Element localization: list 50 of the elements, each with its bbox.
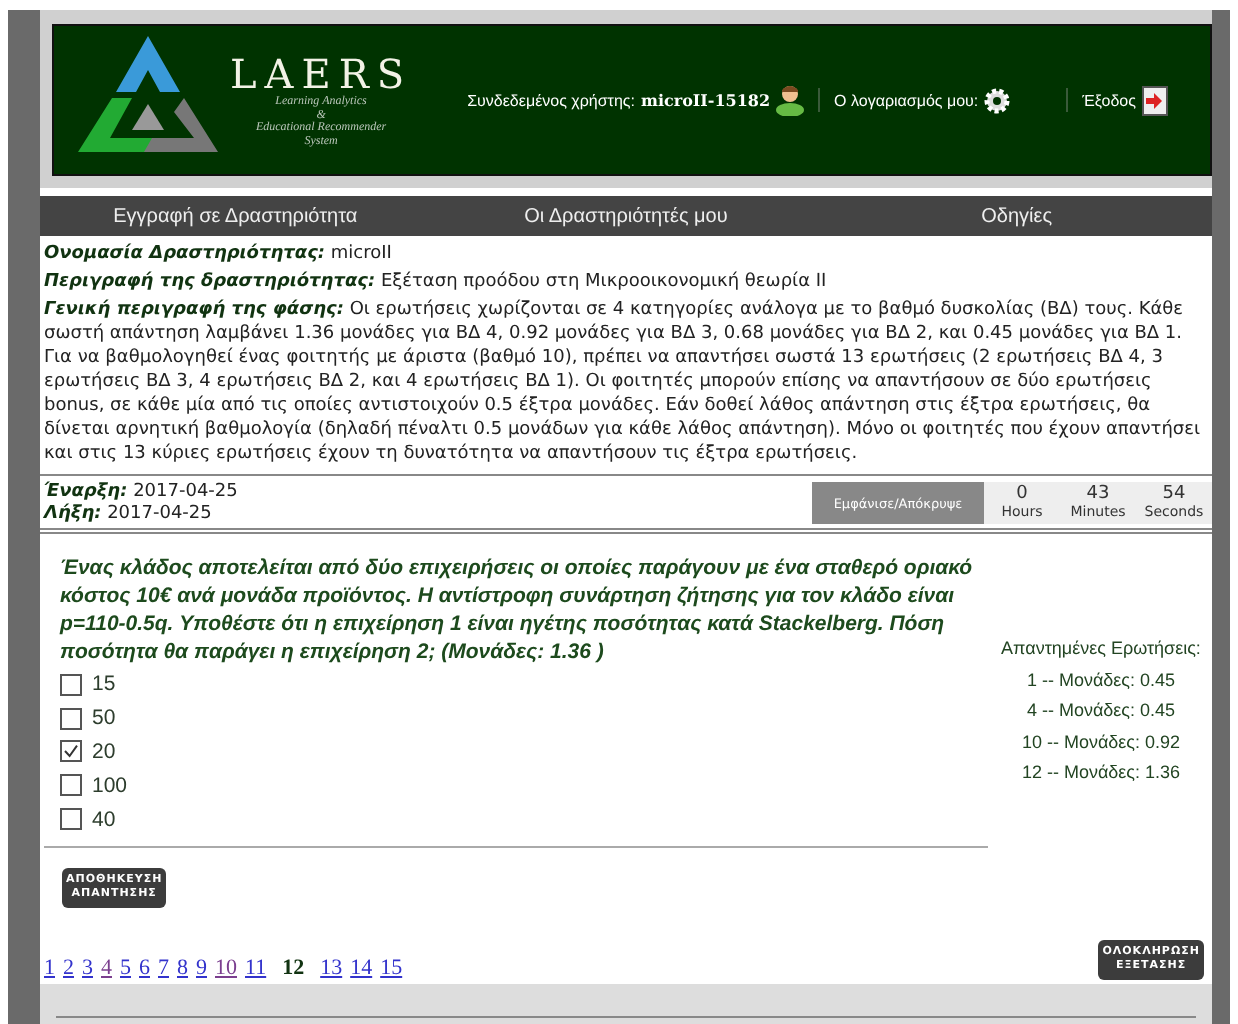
page-link[interactable]: 6	[139, 955, 150, 980]
page-link[interactable]: 15	[380, 955, 403, 980]
checkbox[interactable]	[60, 740, 82, 763]
option-label: 100	[92, 773, 128, 798]
info-text: Ονομασία Δραστηριότητας: microII	[44, 242, 394, 266]
nav-link[interactable]: Οδηγίες	[821, 205, 1212, 227]
checkbox[interactable]	[60, 774, 82, 797]
user-name: microII-15182	[640, 90, 771, 110]
logout-link[interactable]: Έξοδος	[1082, 91, 1136, 109]
page-link[interactable]: 3	[82, 955, 93, 980]
logo-title: LAERS	[230, 52, 413, 96]
timer-value: 0	[1016, 485, 1028, 503]
page-link[interactable]: 4	[101, 955, 112, 980]
option-label: 40	[92, 807, 116, 832]
logout-icon[interactable]	[1142, 85, 1168, 115]
date-text: Έναρξη: 2017-04-25	[44, 482, 238, 502]
checkbox[interactable]	[60, 808, 82, 831]
page-link[interactable]: 10	[215, 955, 237, 980]
timer-value: 43	[1086, 485, 1110, 503]
page-link[interactable]: 7	[158, 955, 169, 980]
date-text: Λήξη: 2017-04-25	[44, 504, 214, 524]
page-link[interactable]: 11	[245, 955, 267, 980]
info-text: Περιγραφή της δραστηριότητας: Εξέταση προόδου στη Μικροοικονομική θεωρία ΙΙ	[44, 270, 829, 294]
answered-item: 1 -- Μονάδες: 0.45	[1026, 667, 1176, 693]
page-link[interactable]: 1	[44, 955, 55, 980]
settings-icon[interactable]	[984, 87, 1011, 113]
page-link[interactable]: 14	[350, 955, 373, 980]
page-link[interactable]: 5	[120, 955, 131, 980]
user-label: Συνδεδεμένος χρήστης:	[467, 91, 635, 109]
checkbox[interactable]	[60, 673, 82, 696]
nav-link[interactable]: Οι Δραστηριότητές μου	[430, 205, 822, 227]
answered-title: Απαντημένες Ερωτήσεις:	[1001, 636, 1201, 662]
timer-value: 54	[1162, 485, 1186, 503]
checkbox[interactable]	[60, 707, 82, 730]
page-link[interactable]: 9	[196, 955, 207, 980]
info-text: Γενική περιγραφή της φάσης: Οι ερωτήσεις χωρίζονται σε 4 κατηγορίες ανάλογα με το βαθμό δυσκολίας (ΒΔ) τους. Κάθε σωστή απάντηση λαμβάνει 1.36 μονάδες για ΒΔ 4, 0.92 μονάδες για ΒΔ 3, 0.68 μονάδες για ΒΔ 2, και 0.45 μονάδες για ΒΔ 1. Για να βαθμολογηθεί ένας φοιτητής με άριστα (βαθμό 10), πρέπει να απαντήσει σωστά 13 ερωτήσεις (2 ερωτήσεις ΒΔ 4, 3 ερωτήσεις ΒΔ 3, 4 ερωτήσεις ΒΔ 2, και 4 ερωτήσεις ΒΔ 1). Οι φοιτητές μπορούν επίσης να απαντήσουν σε δύο ερωτήσεις bonus, σε κάθε μία από τις οποίες αντιστοιχούν 0.5 έξτρα μονάδες. Εάν δοθεί λάθος απάντηση στις έξτρα ερωτήσεις, θα δίνεται αρνητική βαθμολογία (δηλαδή πέναλτι 0.5 μονάδων για κάθε λάθος απάντηση). Μόνο οι φοιτητές που έχουν απαντήσει και στις 13 κύριες ερωτήσεις έχουν τη δυνατότητα να απαντήσουν τις έξτρα ερωτήσεις.	[44, 298, 1203, 466]
option-label: 15	[92, 672, 116, 697]
page-link[interactable]: 13	[320, 955, 343, 980]
account-link[interactable]: Ο λογαριασμός μου:	[834, 91, 979, 109]
option-label: 20	[92, 739, 116, 764]
option-label: 50	[92, 706, 116, 731]
question-text: Ένας κλάδος αποτελείται από δύο επιχειρήσεις οι οποίες παράγουν με ένα σταθερό οριακό κόστος 10€ ανά μονάδα προϊόντος. Η αντίστροφη συνάρτηση ζήτησης για τον κλάδο είναι p=110-0.5q. Υποθέστε ότι η επιχείρηση 1 είναι ηγέτης ποσότητας κατά Stackelberg. Πόση ποσότητα θα παράγει η επιχείρηση 2; (Μονάδες: 1.36 )	[60, 554, 975, 666]
page-link[interactable]: 2	[63, 955, 74, 980]
answered-item: 12 -- Μονάδες: 1.36	[1021, 760, 1181, 786]
page-link[interactable]: 8	[177, 955, 188, 980]
nav-link[interactable]: Εγγραφή σε Δραστηριότητα	[40, 205, 431, 227]
answered-item: 10 -- Μονάδες: 0.92	[1021, 729, 1181, 755]
answered-item: 4 -- Μονάδες: 0.45	[1026, 698, 1176, 724]
user-icon	[776, 84, 805, 116]
page-link[interactable]: 12	[282, 955, 305, 980]
